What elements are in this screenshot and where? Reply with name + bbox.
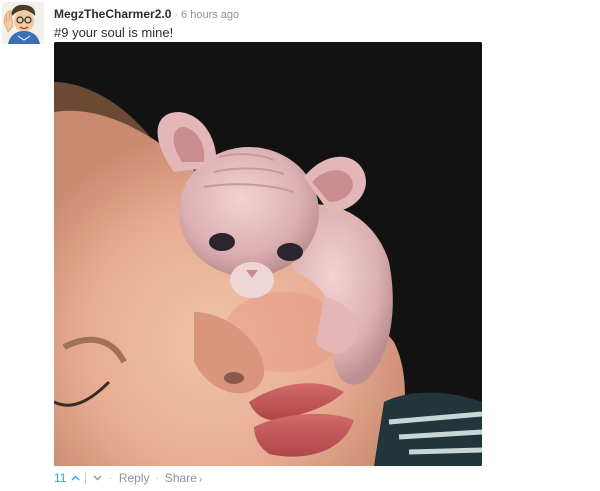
username-link[interactable]: MegzTheCharmer2.0 [54, 7, 171, 21]
vote-count: 11 [54, 471, 67, 485]
downvote-button[interactable] [91, 471, 103, 485]
comment-photo[interactable] [54, 42, 482, 466]
photo-sphynx-cat-on-face [54, 42, 482, 466]
avatar[interactable] [2, 2, 44, 44]
comment-footer: 11 · Reply · Share › [54, 470, 202, 486]
share-label: Share [164, 471, 197, 485]
share-button[interactable]: Share › [165, 471, 202, 485]
comment-text: #9 your soul is mine! [54, 25, 174, 40]
chevron-down-icon [93, 475, 102, 481]
timestamp-link[interactable]: 6 hours ago [181, 9, 239, 21]
comment: MegzTheCharmer2.0 · 6 hours ago #9 your so… [0, 0, 600, 491]
meta-separator: · [174, 9, 179, 21]
comment-header: MegzTheCharmer2.0 · 6 hours ago [54, 7, 239, 23]
vote-divider [85, 472, 87, 484]
upvote-button[interactable] [69, 471, 81, 485]
chevron-right-icon: › [198, 474, 203, 485]
chevron-up-icon [71, 475, 80, 481]
action-separator: · [155, 472, 159, 484]
avatar-illustration [2, 2, 44, 44]
reply-button[interactable]: Reply [119, 471, 150, 485]
action-separator: · [109, 472, 113, 484]
